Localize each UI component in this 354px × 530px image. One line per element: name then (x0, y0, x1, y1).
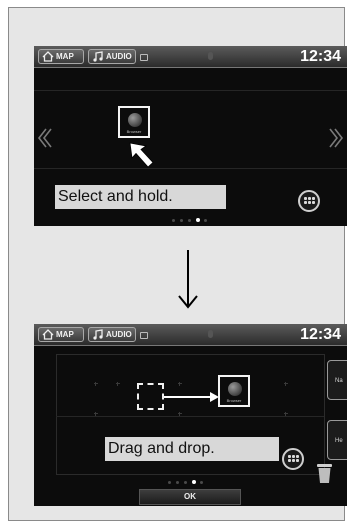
map-button[interactable]: MAP (38, 49, 84, 64)
globe-icon (228, 382, 242, 396)
page-indicator (168, 480, 228, 486)
microphone-icon (208, 52, 213, 60)
audio-label: AUDIO (106, 330, 132, 339)
scroll-left-icon[interactable] (37, 126, 53, 150)
app-menu-button[interactable] (282, 448, 304, 470)
instruction-panel: MAP AUDIO 12:34 Browser Select and hold.… (8, 7, 347, 521)
home-icon (42, 51, 54, 62)
pointer-arrow-icon (129, 142, 154, 168)
map-label: MAP (56, 330, 74, 339)
side-tab-he[interactable]: He (327, 420, 347, 460)
globe-icon (128, 113, 142, 127)
down-arrow-icon (178, 250, 198, 309)
map-button[interactable]: MAP (38, 327, 84, 342)
arrow-right-icon (164, 392, 219, 402)
grid-marker (178, 412, 182, 416)
phone-status-icon (140, 332, 148, 339)
grid-marker (94, 412, 98, 416)
browser-app-icon[interactable]: Browser (118, 106, 150, 138)
scroll-right-icon[interactable] (328, 126, 344, 150)
grid-frame (56, 474, 324, 475)
ok-button[interactable]: OK (139, 489, 241, 505)
home-icon (42, 329, 54, 340)
grid-marker (178, 382, 182, 386)
grid-frame (56, 354, 324, 355)
audio-button[interactable]: AUDIO (88, 49, 136, 64)
divider (34, 90, 347, 91)
grid-frame (56, 354, 57, 475)
microphone-icon (208, 330, 213, 338)
page-indicator (172, 218, 232, 224)
browser-app-icon[interactable]: Browser (218, 375, 250, 407)
grid-marker (94, 382, 98, 386)
audio-button[interactable]: AUDIO (88, 327, 136, 342)
instruction-caption: Drag and drop. (105, 437, 279, 461)
side-tab-na[interactable]: Na (327, 360, 347, 400)
app-menu-button[interactable] (298, 190, 320, 212)
grid-marker (284, 412, 288, 416)
screen-select-and-hold: MAP AUDIO 12:34 Browser Select and hold. (34, 46, 347, 226)
trash-icon[interactable] (316, 463, 333, 484)
phone-status-icon (140, 54, 148, 61)
side-tab-label: Na (335, 378, 343, 384)
status-bar: MAP AUDIO 12:34 (34, 324, 347, 346)
drag-origin-slot (137, 383, 164, 410)
map-label: MAP (56, 52, 74, 61)
grid-marker (116, 382, 120, 386)
divider (34, 168, 347, 169)
clock: 12:34 (300, 48, 341, 65)
clock: 12:34 (300, 326, 341, 343)
screen-drag-and-drop: MAP AUDIO 12:34 Browser Na He Drag and d… (34, 324, 347, 506)
music-note-icon (93, 329, 103, 340)
app-label: Browser (226, 398, 242, 403)
audio-label: AUDIO (106, 52, 132, 61)
grid-marker (284, 382, 288, 386)
grid-frame (324, 354, 325, 475)
status-bar: MAP AUDIO 12:34 (34, 46, 347, 68)
app-label: Browser (126, 129, 142, 134)
music-note-icon (93, 51, 103, 62)
side-tab-label: He (335, 438, 343, 444)
instruction-caption: Select and hold. (55, 185, 226, 209)
divider (56, 416, 324, 417)
